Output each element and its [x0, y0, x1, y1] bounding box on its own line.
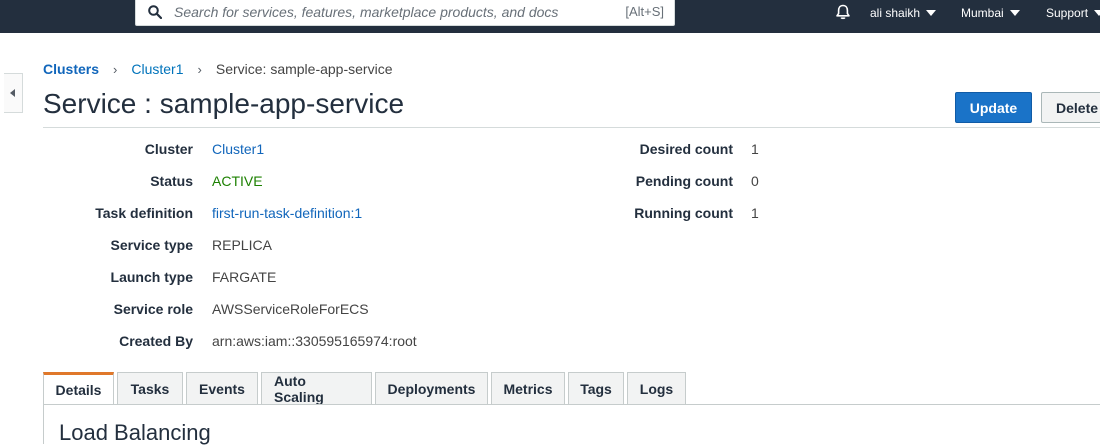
- page-title: Service : sample-app-service: [43, 88, 405, 119]
- tab-tags[interactable]: Tags: [568, 372, 624, 405]
- launch-type-label: Launch type: [110, 269, 193, 285]
- breadcrumb-chevron-right-icon: ›: [197, 61, 202, 77]
- status-label: Status: [150, 173, 193, 189]
- desired-count-label: Desired count: [639, 141, 733, 157]
- running-count-label: Running count: [634, 205, 733, 221]
- delete-button[interactable]: Delete: [1041, 92, 1100, 123]
- breadcrumb-current: Service: sample-app-service: [215, 61, 393, 77]
- notifications-bell-icon[interactable]: [834, 3, 852, 21]
- cluster-value-link[interactable]: Cluster1: [212, 141, 264, 157]
- search-shortcut-hint: [Alt+S]: [625, 4, 664, 19]
- tab-events[interactable]: Events: [186, 372, 258, 405]
- running-count-value: 1: [751, 205, 759, 221]
- breadcrumb-chevron-right-icon: ›: [113, 61, 118, 77]
- region-menu[interactable]: Mumbai: [961, 4, 1020, 22]
- service-tabs: Details Tasks Events Auto Scaling Deploy…: [43, 372, 689, 405]
- service-role-value: AWSServiceRoleForECS: [212, 301, 369, 317]
- created-by-value: arn:aws:iam::330595165974:root: [212, 333, 417, 349]
- breadcrumb-cluster-link[interactable]: Cluster1: [131, 61, 183, 77]
- task-definition-link[interactable]: first-run-task-definition:1: [212, 205, 362, 221]
- top-nav-bar: [Alt+S] ali shaikh Mumbai Support: [0, 0, 1100, 33]
- search-input[interactable]: [172, 2, 612, 22]
- status-value: ACTIVE: [212, 173, 263, 189]
- support-menu[interactable]: Support: [1046, 4, 1100, 22]
- service-type-value: REPLICA: [212, 237, 272, 253]
- task-definition-label: Task definition: [95, 205, 193, 221]
- support-menu-label: Support: [1046, 6, 1089, 20]
- service-type-label: Service type: [110, 237, 194, 253]
- title-divider: [43, 127, 1100, 128]
- service-role-label: Service role: [113, 301, 193, 317]
- tab-auto-scaling[interactable]: Auto Scaling: [261, 372, 372, 405]
- load-balancing-heading: Load Balancing: [59, 420, 211, 445]
- tab-deployments[interactable]: Deployments: [375, 372, 488, 405]
- account-menu[interactable]: ali shaikh: [870, 4, 937, 22]
- tab-details[interactable]: Details: [43, 372, 114, 405]
- collapse-arrow-icon: [10, 89, 15, 97]
- created-by-label: Created By: [119, 333, 193, 349]
- pending-count-label: Pending count: [635, 173, 733, 189]
- region-chevron-down-icon: [1009, 10, 1020, 16]
- account-chevron-down-icon: [926, 10, 937, 16]
- cluster-label: Cluster: [144, 141, 193, 157]
- update-button[interactable]: Update: [955, 92, 1032, 123]
- breadcrumb-clusters-link[interactable]: Clusters: [43, 61, 99, 77]
- breadcrumb: Clusters › Cluster1 › Service: sample-ap…: [43, 60, 392, 78]
- account-menu-label: ali shaikh: [870, 6, 921, 20]
- tab-metrics[interactable]: Metrics: [491, 372, 565, 405]
- tab-logs[interactable]: Logs: [627, 372, 686, 405]
- pending-count-value: 0: [751, 173, 759, 189]
- search-icon: [148, 5, 162, 19]
- desired-count-value: 1: [751, 141, 759, 157]
- region-menu-label: Mumbai: [961, 6, 1004, 20]
- tab-tasks[interactable]: Tasks: [117, 372, 183, 405]
- search-box[interactable]: [Alt+S]: [135, 0, 675, 26]
- side-nav-toggle[interactable]: [4, 73, 23, 113]
- launch-type-value: FARGATE: [212, 269, 277, 285]
- support-chevron-down-icon: [1094, 10, 1100, 16]
